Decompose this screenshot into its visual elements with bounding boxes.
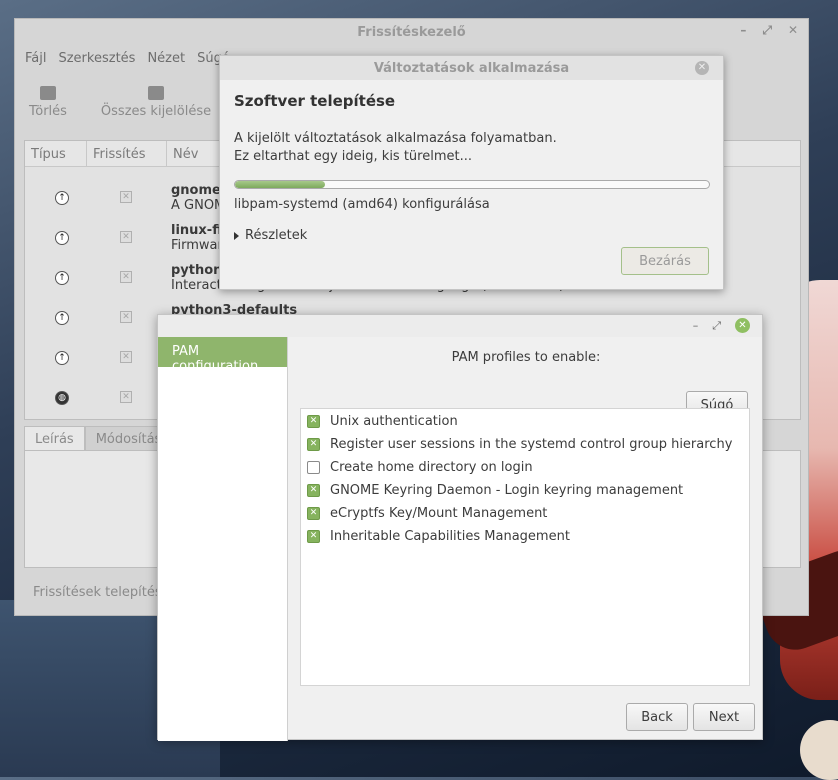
- dialog-title: Változtatások alkalmazása: [373, 60, 570, 76]
- back-button[interactable]: Back: [626, 703, 688, 731]
- expander-triangle-icon: [234, 231, 239, 240]
- close-button[interactable]: Bezárás: [621, 247, 709, 275]
- apply-changes-dialog: Változtatások alkalmazása ✕ Szoftver tel…: [219, 55, 724, 290]
- checkbox[interactable]: ✕: [307, 437, 320, 451]
- checkbox[interactable]: [307, 460, 320, 474]
- maximize-icon[interactable]: ⤢: [762, 23, 772, 38]
- pam-titlebar[interactable]: – ⤢ ✕: [158, 315, 762, 337]
- checkbox[interactable]: ✕: [307, 529, 320, 543]
- dialog-message-line1: A kijelölt változtatások alkalmazása fol…: [234, 131, 557, 146]
- profile-label: Inheritable Capabilities Management: [330, 528, 570, 544]
- minimize-icon[interactable]: –: [693, 319, 699, 332]
- pam-sidebar: PAM configuration: [158, 337, 288, 741]
- maximize-icon[interactable]: ⤢: [712, 319, 721, 333]
- close-icon[interactable]: ✕: [788, 23, 798, 38]
- list-item[interactable]: ✕ Register user sessions in the systemd …: [307, 434, 732, 454]
- list-item[interactable]: ✕ GNOME Keyring Daemon - Login keyring m…: [307, 480, 683, 500]
- package-name: gnome-: [171, 183, 227, 198]
- progress-fill: [235, 181, 326, 188]
- checkbox-icon[interactable]: ✕: [120, 231, 132, 243]
- details-label: Részletek: [245, 228, 308, 243]
- globe-icon: ◍: [55, 391, 69, 405]
- list-item[interactable]: ✕ eCryptfs Key/Mount Management: [307, 503, 547, 523]
- list-item[interactable]: Create home directory on login: [307, 457, 533, 477]
- pam-profile-list: ✕ Unix authentication ✕ Register user se…: [300, 408, 750, 686]
- checkbox[interactable]: ✕: [307, 414, 320, 428]
- checkbox-icon[interactable]: ✕: [120, 391, 132, 403]
- column-type[interactable]: Típus: [25, 141, 87, 166]
- arrow-up-icon: ↑: [55, 191, 69, 205]
- checkbox-icon[interactable]: ✕: [120, 311, 132, 323]
- pam-config-window: – ⤢ ✕ PAM configuration PAM profiles to …: [157, 314, 764, 741]
- close-icon[interactable]: ✕: [695, 61, 709, 75]
- select-all-button[interactable]: Összes kijelölése: [100, 85, 212, 119]
- window-title: Frissítéskezelő: [357, 24, 466, 40]
- next-button[interactable]: Next: [693, 703, 755, 731]
- profile-label: Create home directory on login: [330, 459, 533, 475]
- tab-description[interactable]: Leírás: [24, 426, 85, 452]
- progress-bar: [234, 180, 710, 189]
- arrow-up-icon: ↑: [55, 271, 69, 285]
- dialog-titlebar[interactable]: Változtatások alkalmazása ✕: [220, 56, 723, 80]
- column-update[interactable]: Frissítés: [87, 141, 167, 166]
- arrow-up-icon: ↑: [55, 311, 69, 325]
- details-expander[interactable]: Részletek: [234, 228, 709, 243]
- progress-status: libpam-systemd (amd64) konfigurálása: [234, 197, 490, 212]
- arrow-up-icon: ↑: [55, 351, 69, 365]
- checkbox-icon[interactable]: ✕: [120, 271, 132, 283]
- clear-label: Törlés: [29, 103, 67, 119]
- minimize-icon[interactable]: –: [740, 23, 746, 38]
- desktop-wallpaper-art: [800, 720, 838, 780]
- pam-heading: PAM profiles to enable:: [451, 350, 601, 365]
- sidebar-item-pam-configuration[interactable]: PAM configuration: [158, 337, 287, 374]
- dialog-heading: Szoftver telepítése: [234, 92, 396, 110]
- checkbox-icon[interactable]: ✕: [120, 351, 132, 363]
- menu-view[interactable]: Nézet: [147, 51, 185, 66]
- checkbox-icon[interactable]: ✕: [120, 191, 132, 203]
- dialog-message-line2: Ez eltarthat egy ideig, kis türelmet...: [234, 149, 472, 164]
- clear-icon: [39, 85, 56, 100]
- checkbox[interactable]: ✕: [307, 506, 320, 520]
- arrow-up-icon: ↑: [55, 231, 69, 245]
- pam-main: PAM profiles to enable: Súgó ✕ Unix auth…: [288, 337, 764, 741]
- profile-label: GNOME Keyring Daemon - Login keyring man…: [330, 482, 684, 498]
- clear-button[interactable]: Törlés: [29, 85, 67, 119]
- checkbox[interactable]: ✕: [307, 483, 320, 497]
- profile-label: eCryptfs Key/Mount Management: [330, 505, 548, 521]
- menu-edit[interactable]: Szerkesztés: [58, 51, 135, 66]
- profile-label: Register user sessions in the systemd co…: [330, 436, 733, 452]
- status-text: Frissítések telepítése: [33, 585, 170, 600]
- close-icon[interactable]: ✕: [735, 318, 750, 333]
- profile-label: Unix authentication: [330, 413, 458, 429]
- window-titlebar[interactable]: Frissítéskezelő – ⤢ ✕: [15, 19, 808, 45]
- select-all-icon: [148, 85, 165, 100]
- list-item[interactable]: ✕ Inheritable Capabilities Management: [307, 526, 570, 546]
- list-item[interactable]: ✕ Unix authentication: [307, 411, 458, 431]
- package-desc: A GNOM: [171, 198, 226, 213]
- select-all-label: Összes kijelölése: [100, 103, 212, 119]
- menu-file[interactable]: Fájl: [25, 51, 46, 66]
